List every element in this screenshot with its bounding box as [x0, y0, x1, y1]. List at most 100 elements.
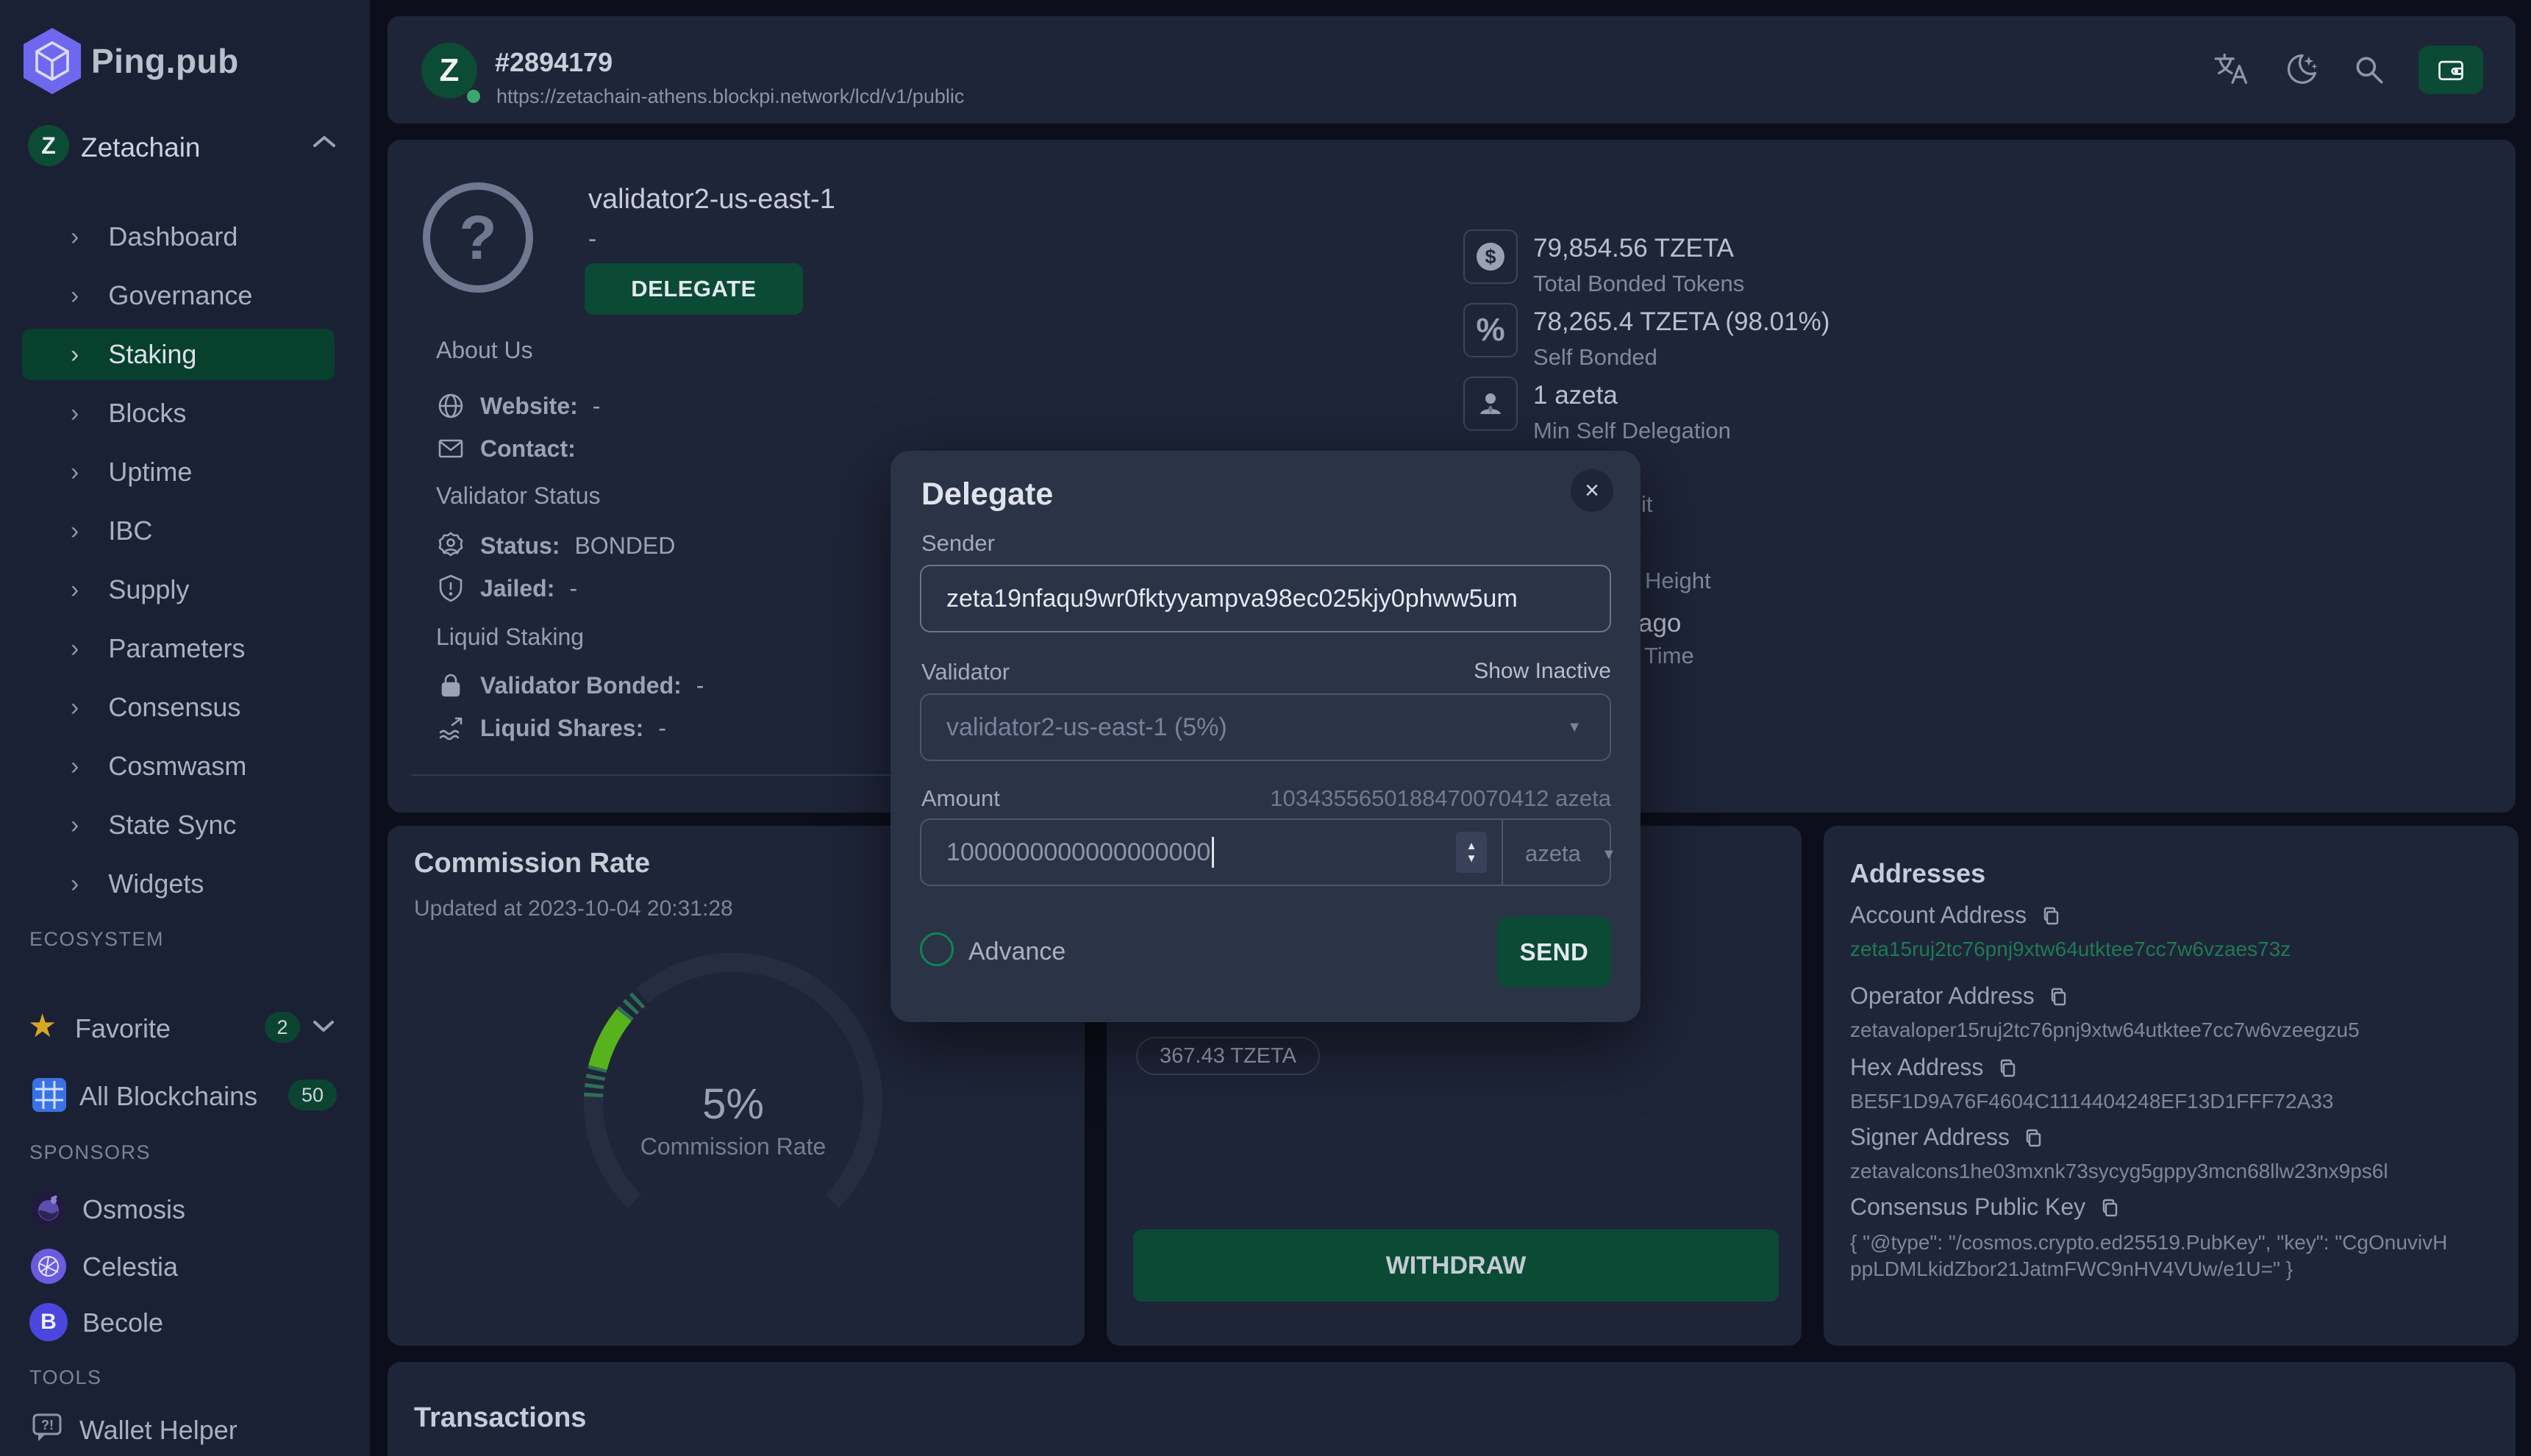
- modal-title: Delegate: [921, 477, 1053, 513]
- sender-input[interactable]: zeta19nfaqu9wr0fktyyampva98ec025kjy0phww…: [920, 565, 1611, 632]
- reward-balance-badge[interactable]: 367.43 TZETA: [1136, 1037, 1320, 1075]
- percent-icon: %: [1463, 303, 1518, 357]
- advance-label: Advance: [968, 938, 1065, 966]
- sidebar: Ping.pub Z Zetachain ›Dashboard ›Governa…: [0, 0, 370, 1456]
- unbonding-time-label-fragment: Time: [1644, 643, 1694, 669]
- validator-bonded-row: Validator Bonded: -: [436, 671, 704, 700]
- copy-icon[interactable]: [1997, 1057, 2018, 1078]
- brand-title: Ping.pub: [91, 41, 239, 81]
- unbonding-value-fragment: ago: [1638, 609, 1681, 638]
- delegate-modal: Delegate × Sender zeta19nfaqu9wr0fktyyam…: [890, 451, 1641, 1022]
- about-heading: About Us: [436, 337, 533, 364]
- close-icon[interactable]: ×: [1571, 469, 1613, 512]
- validator-name: validator2-us-east-1: [588, 184, 835, 215]
- svg-text:?!: ?!: [41, 1418, 54, 1432]
- hex-address-item: Hex Address BE5F1D9A76F4604C1114404248EF…: [1850, 1054, 2497, 1113]
- signer-address-value: zetavalcons1he03mxnk73sycyg5gppy3mcn68ll…: [1850, 1160, 2497, 1183]
- consensus-pubkey-value: { "@type": "/cosmos.crypto.ed25519.PubKe…: [1850, 1230, 2453, 1283]
- commission-updated: Updated at 2023-10-04 20:31:28: [414, 896, 733, 921]
- tools-heading: TOOLS: [29, 1366, 102, 1389]
- operator-address-item: Operator Address zetavaloper15ruj2tc76pn…: [1850, 982, 2497, 1042]
- dollar-circle-icon: $: [1463, 229, 1518, 284]
- copy-icon[interactable]: [2048, 986, 2068, 1007]
- chevron-right-icon: ›: [71, 342, 79, 367]
- text-cursor: [1212, 837, 1214, 868]
- chain-logo-icon[interactable]: Z: [421, 43, 477, 99]
- shield-alert-icon: [436, 574, 465, 603]
- stat-value: 1 azeta: [1533, 381, 1618, 410]
- advance-checkbox[interactable]: [920, 932, 954, 966]
- chevron-right-icon: ›: [71, 518, 79, 543]
- search-icon[interactable]: [2351, 51, 2388, 88]
- stat-label: Min Self Delegation: [1533, 418, 1731, 444]
- sidebar-item-governance[interactable]: ›Governance: [0, 266, 370, 325]
- copy-icon[interactable]: [2041, 905, 2061, 926]
- globe-icon: [436, 391, 465, 421]
- dark-mode-moon-icon[interactable]: [2282, 51, 2320, 89]
- sidebar-item-wallet-helper[interactable]: ?! Wallet Helper: [0, 1405, 370, 1456]
- denom-select[interactable]: azeta: [1525, 841, 1581, 867]
- status-dot-icon: [467, 90, 480, 103]
- envelope-icon: [436, 434, 465, 463]
- delegate-button[interactable]: DELEGATE: [585, 263, 803, 315]
- sidebar-item-uptime[interactable]: ›Uptime: [0, 443, 370, 502]
- number-spinner[interactable]: ▲ ▼: [1456, 832, 1487, 873]
- account-address-value[interactable]: zeta15ruj2tc76pnj9xtw64utktee7cc7w6vzaes…: [1850, 938, 2497, 961]
- sidebar-item-state-sync[interactable]: ›State Sync: [0, 796, 370, 854]
- wallet-helper-icon: ?!: [31, 1410, 66, 1446]
- sponsor-becole[interactable]: B Becole: [0, 1296, 370, 1349]
- operator-address-value: zetavaloper15ruj2tc76pnj9xtw64utktee7cc7…: [1850, 1018, 2497, 1042]
- stat-label: Total Bonded Tokens: [1533, 271, 1744, 297]
- sidebar-item-staking[interactable]: ›Staking: [0, 325, 370, 384]
- chevron-right-icon: ›: [71, 224, 79, 249]
- stat-label: Self Bonded: [1533, 344, 1657, 371]
- sender-label: Sender: [921, 530, 995, 557]
- chevron-up-icon: [312, 134, 337, 150]
- sidebar-item-consensus[interactable]: ›Consensus: [0, 678, 370, 737]
- input-divider: [1502, 820, 1503, 885]
- copy-icon[interactable]: [2099, 1197, 2120, 1218]
- delegator-person-icon: [1463, 377, 1518, 431]
- lock-icon: [436, 671, 465, 700]
- liquid-shares-icon: [436, 713, 465, 743]
- addresses-title: Addresses: [1850, 858, 1985, 889]
- topbar: Z #2894179 https://zetachain-athens.bloc…: [388, 16, 2516, 124]
- validator-identity: -: [588, 225, 596, 254]
- star-icon: ★: [28, 1010, 57, 1043]
- show-inactive-toggle[interactable]: Show Inactive: [920, 659, 1611, 684]
- amount-input[interactable]: 1000000000000000000: [946, 838, 1210, 867]
- chevron-down-icon: [312, 1019, 335, 1034]
- sidebar-item-favorite[interactable]: ★ Favorite 2: [0, 1000, 370, 1056]
- gauge-center-label: Commission Rate: [567, 1133, 899, 1160]
- sidebar-item-cosmwasm[interactable]: ›Cosmwasm: [0, 737, 370, 796]
- favorite-count-badge: 2: [265, 1012, 300, 1043]
- chevron-right-icon: ›: [71, 813, 79, 838]
- chevron-down-icon: ▼: [1602, 846, 1616, 863]
- validator-avatar: ?: [423, 182, 533, 293]
- liquid-staking-heading: Liquid Staking: [436, 624, 584, 651]
- all-blockchains-count-badge: 50: [288, 1079, 337, 1110]
- withdraw-button[interactable]: WITHDRAW: [1133, 1230, 1779, 1302]
- sidebar-item-ibc[interactable]: ›IBC: [0, 502, 370, 560]
- send-button[interactable]: SEND: [1497, 916, 1611, 988]
- copy-icon[interactable]: [2023, 1127, 2043, 1148]
- chevron-right-icon: ›: [71, 695, 79, 720]
- sidebar-item-all-blockchains[interactable]: All Blockchains 50: [0, 1068, 370, 1124]
- sponsor-celestia[interactable]: Celestia: [0, 1240, 370, 1293]
- translate-icon[interactable]: [2213, 51, 2251, 89]
- commission-title: Commission Rate: [414, 848, 650, 879]
- sidebar-item-widgets[interactable]: ›Widgets: [0, 854, 370, 913]
- chain-selector[interactable]: Z Zetachain: [0, 124, 370, 172]
- sidebar-item-supply[interactable]: ›Supply: [0, 560, 370, 619]
- sponsor-osmosis[interactable]: Osmosis: [0, 1182, 370, 1235]
- chevron-right-icon: ›: [71, 636, 79, 661]
- sidebar-item-dashboard[interactable]: ›Dashboard: [0, 207, 370, 266]
- wallet-button[interactable]: [2418, 46, 2483, 94]
- account-address-item: Account Address zeta15ruj2tc76pnj9xtw64u…: [1850, 902, 2497, 961]
- ecosystem-heading: ECOSYSTEM: [29, 928, 164, 951]
- consensus-pubkey-item: Consensus Public Key { "@type": "/cosmos…: [1850, 1193, 2453, 1283]
- sidebar-item-blocks[interactable]: ›Blocks: [0, 384, 370, 443]
- chevron-right-icon: ›: [71, 754, 79, 779]
- validator-select[interactable]: validator2-us-east-1 (5%) ▼: [920, 693, 1611, 761]
- sidebar-item-parameters[interactable]: ›Parameters: [0, 619, 370, 678]
